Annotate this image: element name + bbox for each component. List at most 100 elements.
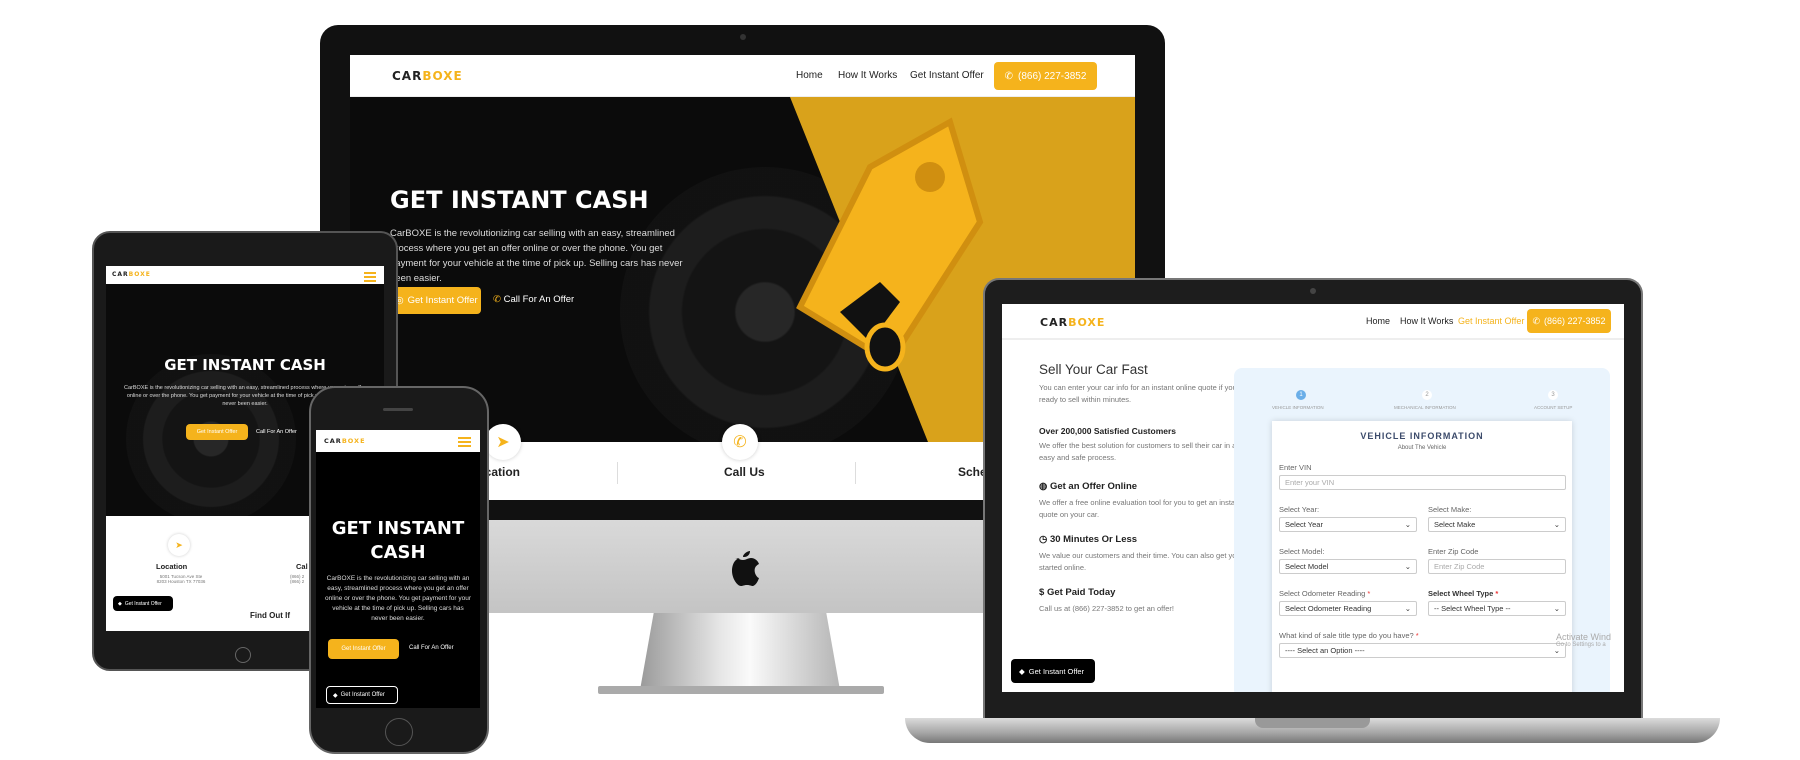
hero-call-link[interactable]: Call For An Offer [409, 645, 454, 651]
hero-instant-offer-button[interactable]: Get Instant Offer [328, 639, 399, 659]
hero-call-link[interactable]: Call For An Offer [256, 429, 297, 435]
nav-how-it-works[interactable]: How It Works [1400, 316, 1453, 326]
phone-screen: CARBOXE GET INSTANT CASH CarBOXE is the r… [316, 430, 480, 708]
carboxe-logo[interactable]: CARBOXE [1040, 316, 1105, 329]
vin-label: Enter VIN [1279, 463, 1312, 472]
make-select[interactable]: Select Make ⌄ [1428, 517, 1566, 532]
paid-description: Call us at (866) 227-3852 to get an offe… [1039, 604, 1174, 613]
odometer-select[interactable]: Select Odometer Reading ⌄ [1279, 601, 1417, 616]
wheel-select[interactable]: -- Select Wheel Type -- ⌄ [1428, 601, 1566, 616]
paid-title: $ Get Paid Today [1039, 587, 1116, 598]
model-select[interactable]: Select Model ⌄ [1279, 559, 1417, 574]
laptop-header: CARBOXE Home How It Works Get Instant Of… [1002, 304, 1624, 340]
feature-location-label: Location [156, 562, 188, 571]
customers-description: We offer the best solution for customers… [1039, 441, 1258, 462]
form-title: VEHICLE INFORMATION [1360, 431, 1484, 441]
vehicle-info-card: VEHICLE INFORMATION About The Vehicle En… [1272, 421, 1572, 692]
title-type-label: What kind of sale title type do you have… [1279, 631, 1419, 640]
nav-how-it-works[interactable]: How It Works [838, 70, 897, 81]
apple-logo-icon [726, 546, 760, 586]
nav-get-instant-offer[interactable]: Get Instant Offer [1458, 316, 1524, 326]
vin-input[interactable]: Enter your VIN [1279, 475, 1566, 490]
tag-icon: ◆ [118, 600, 122, 607]
laptop-notch [1255, 718, 1370, 728]
location-icon: ➤ [168, 534, 190, 556]
zip-input[interactable]: Enter Zip Code [1428, 559, 1566, 574]
phone-home-button [385, 718, 413, 746]
sticky-offer-button[interactable]: ◆ Get Instant Offer [326, 686, 398, 704]
feature-divider [617, 462, 618, 484]
hero-title: GET INSTANT CASH [331, 518, 465, 563]
nav-phone-button[interactable]: ✆ (866) 227-3852 [994, 62, 1097, 90]
title-type-select[interactable]: ---- Select an Option ---- ⌄ [1279, 643, 1566, 658]
carboxe-logo[interactable]: CARBOXE [392, 69, 463, 83]
chevron-down-icon: ⌄ [1553, 520, 1560, 529]
form-subtitle: About The Vehicle [1397, 445, 1447, 451]
model-label: Select Model: [1279, 547, 1325, 556]
hero-instant-offer-button[interactable]: Get Instant Offer [186, 424, 248, 440]
phone-icon: ✆ [493, 294, 501, 305]
menu-icon[interactable] [458, 435, 471, 449]
hero-title: GET INSTANT CASH [164, 356, 326, 374]
step-3-label: ACCOUNT SETUP [1534, 405, 1573, 410]
hero-description: CarBOXE is the revolutionizing car selli… [390, 228, 683, 284]
form-panel: 1 2 3 VEHICLE INFORMATION MECHANICAL INF… [1234, 368, 1610, 692]
carboxe-logo[interactable]: CARBOXE [324, 437, 366, 445]
chevron-down-icon: ⌄ [1404, 562, 1411, 571]
make-label: Select Make: [1428, 505, 1472, 514]
step-2-label: MECHANICAL INFORMATION [1394, 405, 1456, 410]
nav-phone-button[interactable]: ✆ (866) 227-3852 [1527, 309, 1611, 333]
globe-icon: ◍ [1039, 481, 1048, 492]
imac-camera [740, 34, 746, 40]
step-3-indicator[interactable]: 3 [1548, 390, 1558, 400]
location-address: 5001 Tucson Ave Ste 8203 Houston TX 77036 [156, 574, 206, 584]
sticky-offer-button[interactable]: ◆ Get Instant Offer [1011, 659, 1095, 683]
year-label: Select Year: [1279, 505, 1320, 514]
odometer-label: Select Odometer Reading * [1279, 589, 1371, 598]
online-title: ◍ Get an Offer Online [1039, 481, 1138, 492]
step-1-label: VEHICLE INFORMATION [1272, 405, 1324, 410]
hero-description: CarBOXE is the revolutionizing car selli… [325, 575, 471, 622]
tablet-header: CARBOXE [106, 266, 384, 284]
year-select[interactable]: Select Year ⌄ [1279, 517, 1417, 532]
carboxe-logo[interactable]: CARBOXE [112, 271, 151, 278]
feature-call-icon: ✆ [722, 424, 758, 460]
sticky-offer-button[interactable]: ◆ Get Instant Offer [113, 596, 173, 611]
call-numbers: (866) 2 (866) 2 [290, 574, 305, 584]
feature-divider [855, 462, 856, 484]
imac-stand [640, 600, 840, 690]
nav-get-instant-offer[interactable]: Get Instant Offer [910, 70, 984, 81]
phone-icon: ✆ [1532, 315, 1540, 326]
hero-title: GET INSTANT CASH [390, 186, 649, 214]
minutes-title: ◷ 30 Minutes Or Less [1039, 534, 1138, 545]
online-description: We offer a free online evaluation tool f… [1039, 498, 1242, 519]
tablet-home-button [235, 647, 251, 663]
chevron-down-icon: ⌄ [1404, 604, 1411, 613]
feature-location-icon: ➤ [485, 424, 521, 460]
nav-home[interactable]: Home [796, 70, 823, 81]
nav-home[interactable]: Home [1366, 316, 1390, 326]
tag-icon: ◆ [333, 692, 338, 699]
zip-label: Enter Zip Code [1428, 547, 1479, 556]
laptop-camera [1310, 288, 1316, 294]
step-1-indicator[interactable]: 1 [1296, 390, 1306, 400]
feature-call-label: Call Us [724, 465, 765, 479]
sell-title: Sell Your Car Fast [1039, 362, 1148, 377]
step-2-indicator[interactable]: 2 [1422, 390, 1432, 400]
minutes-description: We value our customers and their time. Y… [1039, 551, 1261, 572]
wheel-label: Select Wheel Type * [1428, 589, 1499, 598]
menu-icon[interactable] [364, 270, 376, 284]
imac-stand-base [598, 686, 884, 694]
chevron-down-icon: ⌄ [1553, 604, 1560, 613]
tag-icon: ◆ [1019, 666, 1025, 676]
phone-speaker [383, 408, 413, 411]
chevron-down-icon: ⌄ [1404, 520, 1411, 529]
activate-windows-watermark: Activate Wind Go to Settings to a [1556, 632, 1612, 648]
feature-call-label: Cal [296, 562, 308, 571]
hero-call-link[interactable]: ✆ Call For An Offer [493, 294, 574, 305]
clock-icon: ◷ [1039, 534, 1048, 545]
laptop-screen: CARBOXE Home How It Works Get Instant Of… [1002, 304, 1624, 692]
phone-icon: ✆ [1004, 70, 1013, 82]
sell-description: You can enter your car info for an insta… [1039, 383, 1250, 404]
hero-instant-offer-button[interactable]: ◎ Get Instant Offer [392, 287, 481, 314]
